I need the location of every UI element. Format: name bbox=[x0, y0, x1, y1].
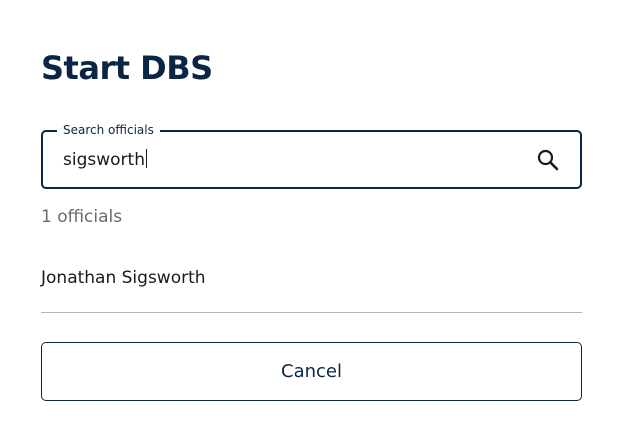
search-officials-field[interactable]: Search officials sigsworth bbox=[41, 122, 582, 189]
official-name: Jonathan Sigsworth bbox=[41, 268, 206, 288]
cancel-button[interactable]: Cancel bbox=[41, 342, 582, 401]
search-icon[interactable] bbox=[536, 148, 560, 172]
search-field-label: Search officials bbox=[57, 122, 160, 138]
search-input-value: sigsworth bbox=[63, 150, 145, 170]
results-count: 1 officials bbox=[41, 207, 123, 227]
list-item[interactable]: Jonathan Sigsworth bbox=[41, 258, 582, 313]
start-dbs-dialog: Start DBS Search officials sigsworth 1 o… bbox=[0, 0, 628, 445]
text-caret bbox=[145, 149, 147, 168]
dialog-title: Start DBS bbox=[41, 49, 213, 87]
search-input[interactable]: sigsworth bbox=[63, 149, 147, 171]
